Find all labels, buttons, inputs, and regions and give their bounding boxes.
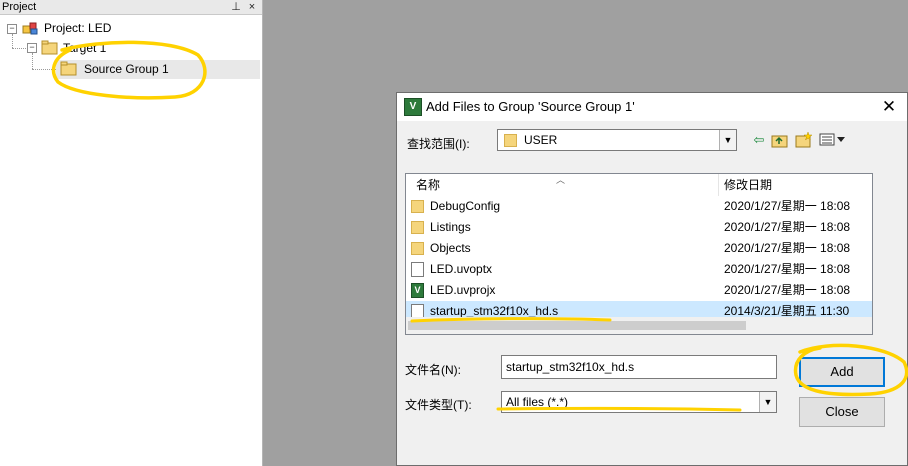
file-modified-cell: 2020/1/27/星期一 18:08 bbox=[724, 262, 851, 276]
look-in-value: USER bbox=[524, 133, 558, 147]
column-separator[interactable] bbox=[718, 174, 719, 196]
project-panel-header: Project ⊥ × bbox=[0, 0, 262, 15]
tree-connector bbox=[32, 53, 33, 69]
project-icon bbox=[22, 22, 38, 35]
file-row[interactable]: VLED.uvprojx2020/1/27/星期一 18:08礦 bbox=[406, 280, 872, 301]
file-name-input[interactable] bbox=[501, 355, 777, 379]
file-modified-cell: 2020/1/27/星期一 18:08 bbox=[724, 220, 851, 234]
file-name-cell: Listings bbox=[430, 220, 471, 234]
file-modified-cell: 2020/1/27/星期一 18:08 bbox=[724, 241, 851, 255]
file-name-label: 文件名(N): bbox=[405, 363, 461, 377]
file-row[interactable]: LED.uvoptx2020/1/27/星期一 18:08UV bbox=[406, 259, 872, 280]
folder-icon bbox=[504, 134, 517, 147]
target-collapse-toggle[interactable]: − bbox=[27, 43, 37, 53]
view-menu-icon[interactable] bbox=[819, 133, 847, 147]
project-panel: Project ⊥ × − Project: LED − Target 1 So… bbox=[0, 0, 263, 466]
column-header-name[interactable]: 名称 bbox=[416, 174, 440, 196]
sort-ascending-icon: ︿ bbox=[556, 175, 566, 185]
dialog-titlebar[interactable]: V Add Files to Group 'Source Group 1' ✕ bbox=[397, 93, 907, 121]
keil-project-icon: V bbox=[411, 283, 424, 298]
pin-icon[interactable]: ⊥ bbox=[230, 0, 242, 14]
chevron-down-icon[interactable]: ▼ bbox=[759, 392, 776, 412]
tree-connector bbox=[32, 69, 58, 70]
file-modified-cell: 2020/1/27/星期一 18:08 bbox=[724, 283, 851, 297]
file-type-combo[interactable]: All files (*.*) ▼ bbox=[501, 391, 777, 413]
file-name-cell: DebugConfig bbox=[430, 199, 501, 213]
tree-item-project[interactable]: Project: LED bbox=[44, 21, 111, 35]
file-name-cell: LED.uvprojx bbox=[430, 283, 496, 297]
file-type-value: All files (*.*) bbox=[506, 395, 569, 409]
scrollbar-thumb[interactable] bbox=[408, 321, 746, 330]
look-in-label: 查找范围(I): bbox=[407, 137, 470, 151]
tree-connector bbox=[12, 34, 13, 48]
panel-close-icon[interactable]: × bbox=[246, 0, 258, 14]
file-type-label: 文件类型(T): bbox=[405, 398, 472, 412]
file-name-cell: LED.uvoptx bbox=[430, 262, 493, 276]
folder-icon bbox=[411, 221, 424, 234]
add-button[interactable]: Add bbox=[799, 357, 885, 387]
file-row[interactable]: Objects2020/1/27/星期一 18:08文 bbox=[406, 238, 872, 259]
chevron-down-icon[interactable]: ▼ bbox=[719, 130, 736, 150]
dialog-close-icon[interactable]: ✕ bbox=[879, 97, 899, 117]
tree-item-source-group[interactable]: Source Group 1 bbox=[84, 62, 169, 76]
project-collapse-toggle[interactable]: − bbox=[7, 24, 17, 34]
column-header-modified[interactable]: 修改日期 bbox=[724, 174, 772, 196]
file-list[interactable]: 名称 ︿ 修改日期 类 DebugConfig2020/1/27/星期一 18:… bbox=[405, 173, 873, 335]
add-files-dialog: V Add Files to Group 'Source Group 1' ✕ … bbox=[396, 92, 908, 466]
file-row[interactable]: DebugConfig2020/1/27/星期一 18:08文 bbox=[406, 196, 872, 217]
file-icon bbox=[411, 262, 424, 277]
folder-icon bbox=[411, 242, 424, 255]
file-name-cell: Objects bbox=[430, 241, 471, 255]
tree-item-target[interactable]: Target 1 bbox=[63, 41, 106, 55]
tree-connector bbox=[12, 48, 26, 49]
dialog-title: Add Files to Group 'Source Group 1' bbox=[426, 99, 635, 114]
folder-icon bbox=[411, 200, 424, 213]
keil-app-icon: V bbox=[404, 98, 422, 116]
look-in-combo[interactable]: USER ▼ bbox=[497, 129, 737, 151]
target-folder-icon bbox=[41, 40, 58, 55]
back-arrow-icon[interactable]: ⇦ bbox=[751, 131, 767, 149]
horizontal-scrollbar[interactable] bbox=[406, 317, 872, 334]
up-folder-icon[interactable] bbox=[771, 132, 789, 148]
close-button[interactable]: Close bbox=[799, 397, 885, 427]
project-panel-title: Project bbox=[2, 1, 37, 13]
new-folder-icon[interactable] bbox=[795, 132, 813, 148]
file-row[interactable]: Listings2020/1/27/星期一 18:08文 bbox=[406, 217, 872, 238]
file-modified-cell: 2020/1/27/星期一 18:08 bbox=[724, 199, 851, 213]
